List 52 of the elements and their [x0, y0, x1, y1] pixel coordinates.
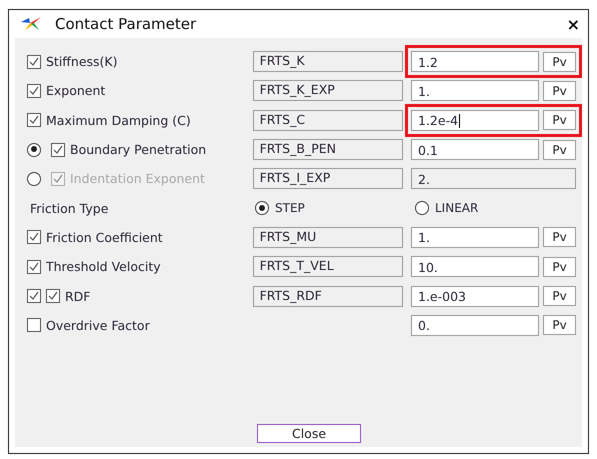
parameter-label: Indentation Exponent [70, 171, 205, 186]
close-button[interactable]: Close [257, 424, 361, 443]
close-icon[interactable]: × [566, 14, 580, 34]
pv-button[interactable]: Pv [543, 52, 576, 72]
pv-button[interactable]: Pv [543, 140, 576, 160]
parameter-label: Friction Coefficient [46, 230, 163, 245]
star-logo-icon [21, 17, 41, 31]
parameter-label: Threshold Velocity [46, 259, 161, 274]
radio-button[interactable] [255, 201, 269, 216]
pv-button[interactable]: Pv [543, 110, 576, 130]
pv-button[interactable]: Pv [543, 315, 576, 336]
variable-field[interactable]: FRTS_T_VEL [252, 256, 403, 278]
value-field[interactable]: 1. [411, 80, 539, 102]
value-field[interactable]: 10. [411, 256, 539, 278]
pv-button[interactable]: Pv [543, 286, 576, 306]
text-cursor [459, 114, 460, 128]
radio-button[interactable] [27, 142, 41, 157]
checkbox[interactable] [46, 289, 60, 304]
option-label: LINEAR [435, 201, 478, 216]
value-field[interactable]: 1. [411, 226, 539, 248]
parameter-label: RDF [65, 288, 91, 304]
window-title: Contact Parameter [55, 15, 196, 33]
radio-button[interactable] [415, 201, 429, 216]
value-field[interactable]: 0. [411, 314, 539, 336]
checkbox[interactable] [27, 84, 41, 98]
variable-field[interactable]: FRTS_B_PEN [252, 139, 403, 160]
checkbox[interactable] [27, 113, 41, 128]
parameter-label: Exponent [46, 83, 106, 98]
value-field[interactable]: 1.2 [411, 51, 539, 72]
variable-field[interactable]: FRTS_C [252, 110, 403, 131]
parameter-label: Overdrive Factor [46, 318, 150, 333]
variable-field[interactable]: FRTS_MU [252, 226, 403, 248]
checkbox[interactable] [27, 230, 41, 244]
pv-button[interactable]: Pv [543, 256, 576, 277]
value-field[interactable]: 0.1 [411, 139, 539, 160]
variable-field[interactable]: FRTS_RDF [252, 286, 403, 307]
value-field[interactable]: 1.e-003 [411, 286, 539, 307]
checkbox[interactable] [27, 54, 41, 69]
checkbox[interactable] [27, 289, 41, 304]
checkbox[interactable] [27, 260, 41, 274]
value-field[interactable]: 1.2e-4 [411, 110, 539, 131]
section-label: Friction Type [30, 200, 108, 216]
option-label: STEP [275, 201, 305, 216]
parameter-label: Stiffness(K) [46, 54, 118, 70]
variable-field[interactable]: FRTS_K [252, 51, 403, 72]
parameter-label: Maximum Damping (C) [46, 112, 191, 128]
checkbox[interactable] [27, 318, 41, 332]
pv-button[interactable]: Pv [543, 80, 576, 101]
checkbox[interactable] [51, 142, 65, 157]
variable-field[interactable]: FRTS_K_EXP [252, 80, 403, 102]
pv-button[interactable]: Pv [543, 227, 576, 248]
parameter-label: Boundary Penetration [70, 142, 206, 158]
